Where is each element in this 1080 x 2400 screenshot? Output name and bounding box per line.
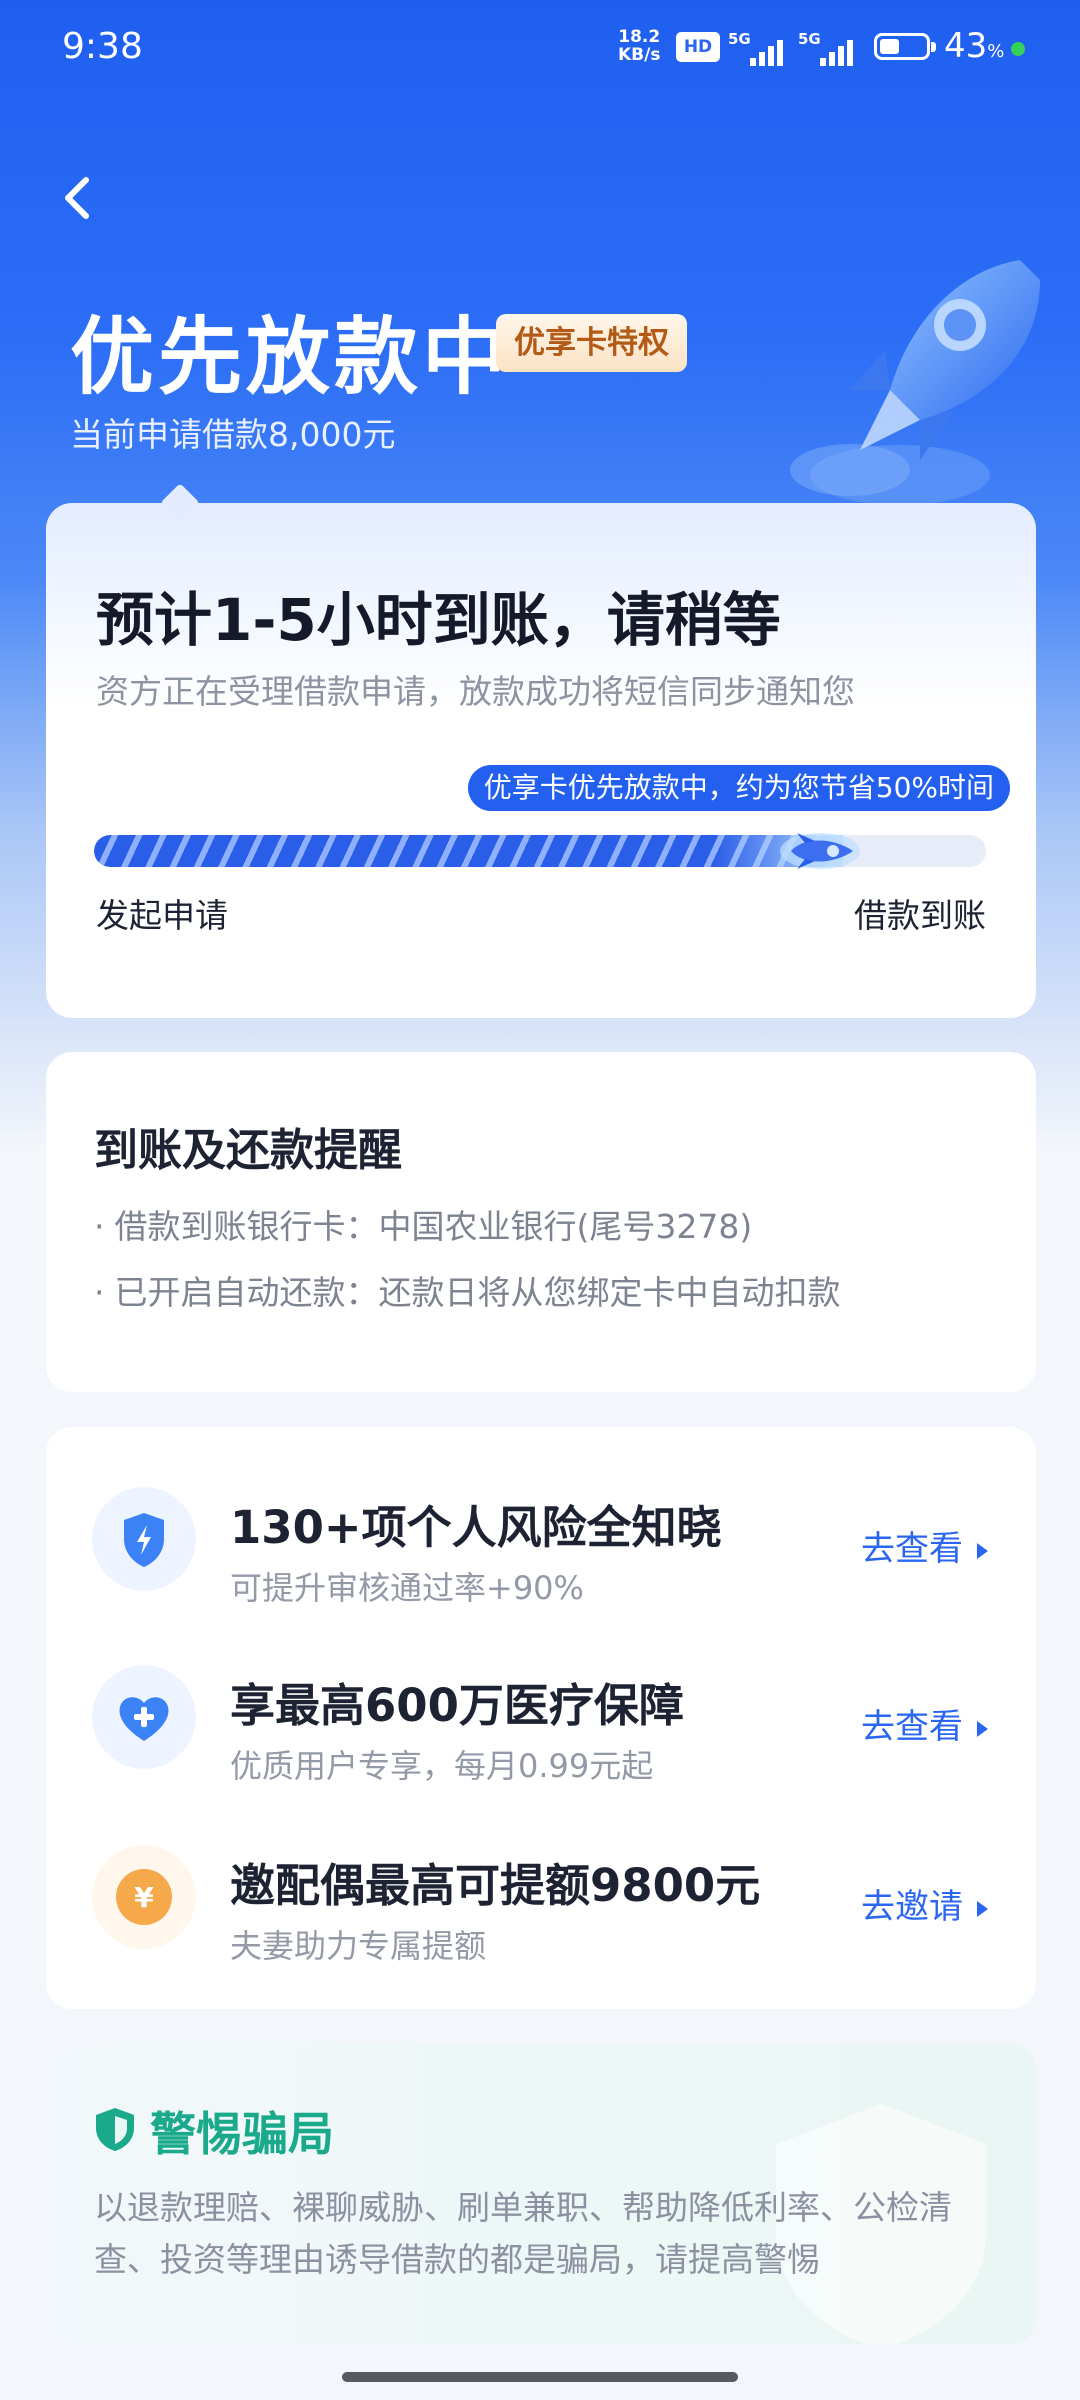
triangle-right-icon	[977, 1542, 988, 1559]
home-indicator[interactable]	[342, 2372, 738, 2382]
invite-button[interactable]: 去邀请	[861, 1879, 988, 1928]
feature-subtitle: 优质用户专享，每月0.99元起	[230, 1747, 654, 1785]
reminder-note: 已开启自动还款：还款日将从您绑定卡中自动扣款	[94, 1266, 841, 1314]
loan-amount-text: 当前申请借款8,000元	[70, 415, 396, 454]
feature-title: 邀配偶最高可提额9800元	[230, 1859, 761, 1912]
risk-report-item[interactable]: 130+项个人风险全知晓 可提升审核通过率+90% 去查看	[46, 1467, 1036, 1637]
svg-text:¥: ¥	[134, 1881, 154, 1914]
rocket-illustration	[790, 260, 1040, 505]
network-speed: 18.2 KB/s	[618, 27, 661, 65]
eta-heading: 预计1-5小时到账，请稍等	[96, 586, 781, 654]
chevron-left-icon	[65, 177, 89, 219]
warning-heading: 警惕骗局	[150, 2107, 334, 2161]
yuan-coin-icon: ¥	[92, 1845, 196, 1949]
feature-title: 130+项个人风险全知晓	[230, 1501, 722, 1554]
status-time: 9:38	[62, 26, 143, 67]
fraud-warning-card: 警惕骗局 以退款理赔、裸聊威胁、刷单兼职、帮助降低利率、公检清查、投资等理由诱导…	[46, 2044, 1036, 2344]
triangle-right-icon	[977, 1900, 988, 1917]
shield-icon	[96, 2108, 134, 2151]
battery-percent: 43%	[944, 26, 1005, 66]
heart-plus-icon	[92, 1665, 196, 1769]
view-insurance-button[interactable]: 去查看	[861, 1699, 988, 1748]
speedup-tooltip: 优享卡优先放款中，约为您节省50%时间	[467, 765, 1010, 811]
progress-card: 预计1-5小时到账，请稍等 资方正在受理借款申请，放款成功将短信同步通知您 优享…	[46, 483, 1036, 1018]
feature-subtitle: 夫妻助力专属提额	[230, 1927, 487, 1965]
services-card: 130+项个人风险全知晓 可提升审核通过率+90% 去查看 享最高600万医疗保…	[46, 1427, 1036, 2009]
view-risk-button[interactable]: 去查看	[861, 1521, 988, 1570]
shield-lightning-icon	[92, 1487, 196, 1591]
medical-insurance-item[interactable]: 享最高600万医疗保障 优质用户专享，每月0.99元起 去查看	[46, 1645, 1036, 1815]
triangle-right-icon	[977, 1720, 988, 1737]
invite-spouse-item[interactable]: ¥ 邀配偶最高可提额9800元 夫妻助力专属提额 去邀请	[46, 1825, 1036, 1995]
reminder-card: 到账及还款提醒 借款到账银行卡：中国农业银行(尾号3278) 已开启自动还款：还…	[46, 1052, 1036, 1392]
status-bar: 9:38 18.2 KB/s HD 5G 5G 43%	[0, 0, 1080, 100]
signal-icon: 5G	[728, 30, 792, 66]
rocket-icon	[780, 833, 860, 869]
reminder-note: 借款到账银行卡：中国农业银行(尾号3278)	[94, 1200, 753, 1248]
signal-icon: 5G	[798, 30, 862, 66]
battery-icon	[874, 33, 936, 60]
feature-subtitle: 可提升审核通过率+90%	[230, 1569, 584, 1607]
warning-body: 以退款理赔、裸聊威胁、刷单兼职、帮助降低利率、公检清查、投资等理由诱导借款的都是…	[94, 2188, 952, 2279]
page-title: 优先放款中	[70, 308, 511, 406]
back-button[interactable]	[48, 168, 108, 228]
privacy-indicator-dot	[1011, 42, 1025, 56]
feature-title: 享最高600万医疗保障	[230, 1679, 684, 1732]
reminder-heading: 到账及还款提醒	[94, 1125, 402, 1176]
hd-icon: HD	[676, 32, 720, 62]
privilege-badge: 优享卡特权	[496, 314, 687, 372]
step-end-label: 借款到账	[854, 896, 986, 935]
step-start-label: 发起申请	[96, 896, 228, 935]
eta-description: 资方正在受理借款申请，放款成功将短信同步通知您	[96, 672, 855, 711]
